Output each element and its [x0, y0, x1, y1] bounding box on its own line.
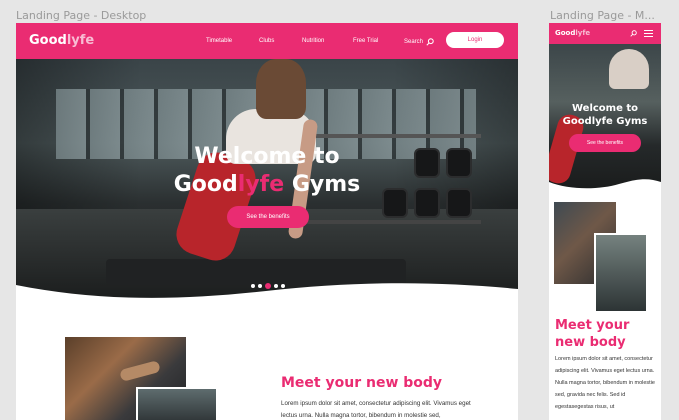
desktop-frame: Goodlyfe Timetable Clubs Nutrition Free …: [16, 23, 518, 420]
search-icon: [426, 38, 434, 46]
logo[interactable]: Goodlyfe: [29, 33, 94, 48]
hamburger-menu-icon[interactable]: [644, 30, 653, 37]
logo-accent: lyfe: [575, 29, 591, 37]
mobile-frame-label: Landing Page - M...: [550, 9, 655, 22]
hero-banner: Welcome to Goodlyfe Gyms See the benefit…: [16, 59, 518, 300]
mobile-hero-title: Welcome to Goodlyfe Gyms: [562, 103, 648, 127]
nav-item-free-trial[interactable]: Free Trial: [353, 38, 378, 44]
nav-item-nutrition[interactable]: Nutrition: [302, 38, 324, 44]
mobile-hero-banner: Welcome to Goodlyfe Gyms See the benefit…: [549, 44, 661, 189]
logo-main: Good: [29, 33, 67, 48]
section-body: Lorem ipsum dolor sit amet, consectetur …: [281, 400, 471, 419]
section-title: Meet your new body: [281, 375, 443, 391]
nav-search[interactable]: Search: [404, 38, 434, 46]
search-icon[interactable]: [630, 30, 637, 37]
nav-item-timetable[interactable]: Timetable: [206, 38, 232, 44]
feature-photo-gym: [136, 387, 218, 420]
logo-accent: lyfe: [66, 33, 95, 48]
logo-main: Good: [555, 29, 576, 37]
mobile-see-benefits-button[interactable]: See the benefits: [569, 134, 641, 152]
hero-title: Welcome to Goodlyfe Gyms: [16, 143, 518, 199]
login-button[interactable]: Login: [446, 32, 504, 48]
mobile-section-title: Meet your new body: [555, 318, 630, 350]
see-benefits-button[interactable]: See the benefits: [227, 206, 309, 228]
mobile-frame: Goodlyfe Welcome to Goodlyfe Gyms See th…: [549, 23, 661, 420]
nav-search-label: Search: [404, 39, 424, 45]
top-navbar: Goodlyfe Timetable Clubs Nutrition Free …: [16, 23, 518, 59]
mobile-feature-photo-gym: [594, 233, 648, 313]
mobile-section-body: Lorem ipsum dolor sit amet, consectetur …: [555, 356, 655, 410]
hero-wave-divider: [16, 283, 518, 300]
hero-title-line1: Welcome to: [194, 144, 340, 169]
nav-item-clubs[interactable]: Clubs: [259, 38, 274, 44]
mobile-logo[interactable]: Goodlyfe: [555, 29, 590, 37]
desktop-frame-label: Landing Page - Desktop: [16, 9, 147, 22]
hero-title-line2: Goodlyfe Gyms: [173, 172, 361, 197]
mobile-navbar: Goodlyfe: [549, 23, 661, 44]
mobile-hero-wave-divider: [549, 179, 661, 189]
